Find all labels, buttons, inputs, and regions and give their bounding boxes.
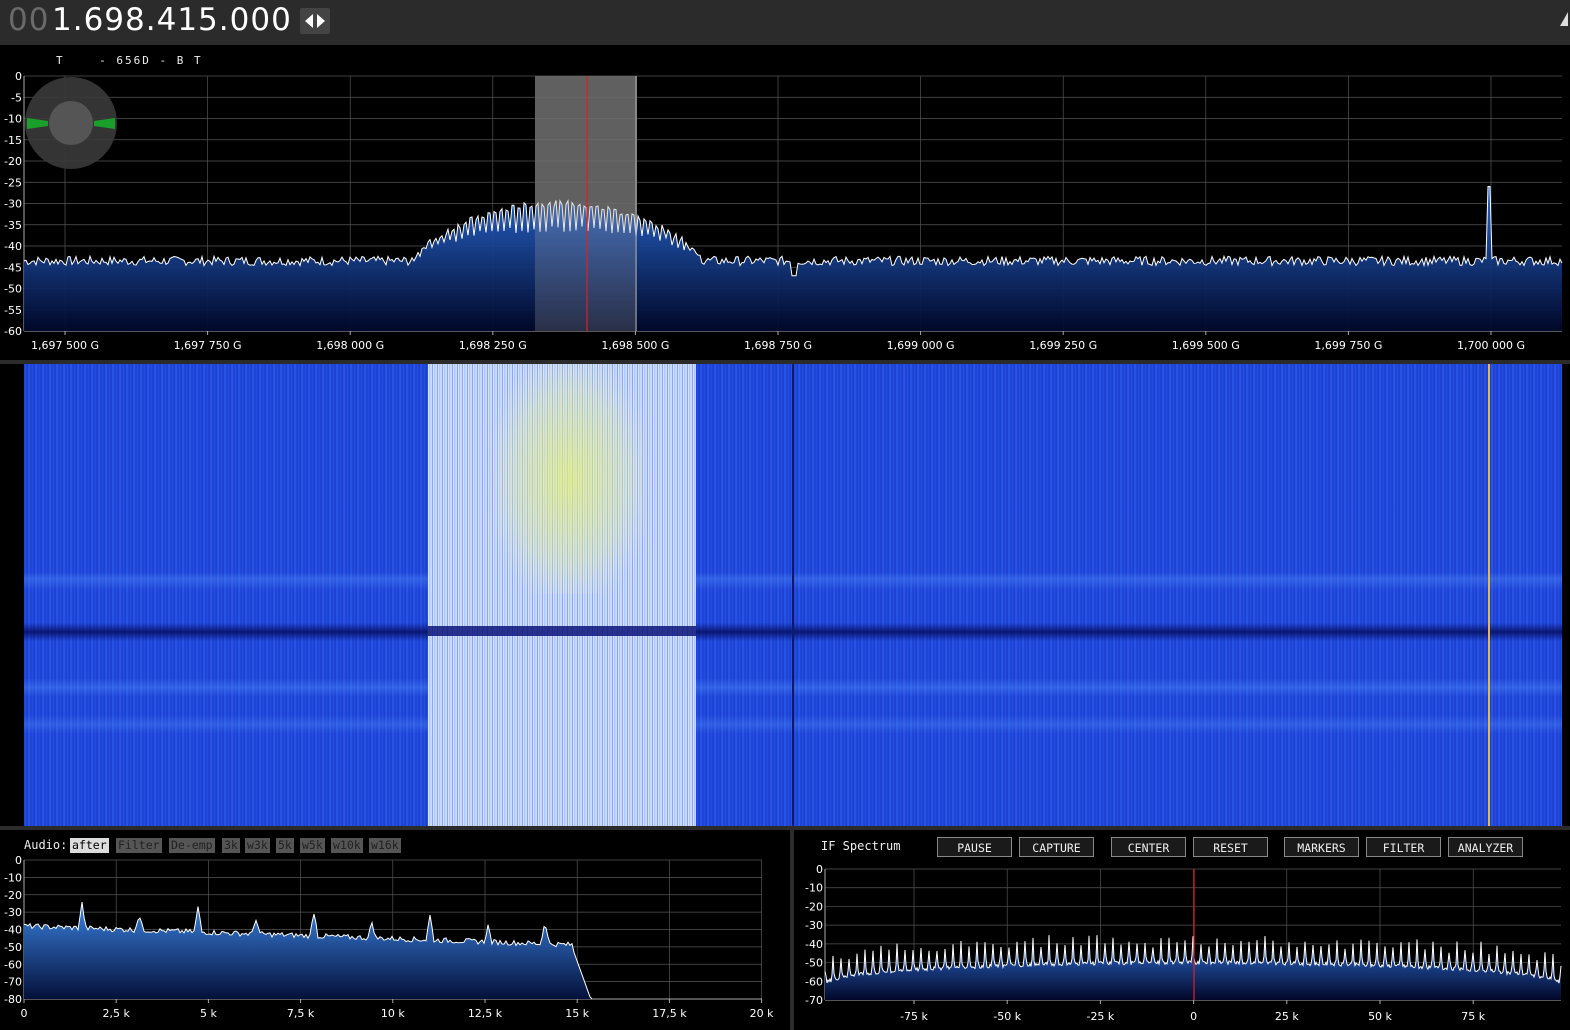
if-spectrum-title: IF Spectrum [821,839,901,853]
main-spectrum-y-tick-label: -5 [11,91,22,104]
if-spectrum-y-tick-label: -10 [805,882,823,895]
waterfall-right-margin [1562,364,1570,826]
audio-spectrum-y-tick-label: -20 [4,889,22,902]
audio-mode-filter[interactable]: Filter [116,838,162,853]
pause-button[interactable]: PAUSE [937,837,1012,857]
if-spectrum-x-tick-label: -50 k [993,1010,1021,1023]
if-spectrum-y-tick-label: -40 [805,938,823,951]
main-spectrum[interactable]: 0 -5 -10 -15 -20 -25 -30 -35 -40 -45 -50 -55 -60 1,69… [0,45,1570,360]
audio-mode-de-emp[interactable]: De-emp [169,838,215,853]
main-spectrum-y-tick-label: -35 [4,219,22,232]
filter-passband-overlay [535,76,637,331]
main-spectrum-y-tick-label: -25 [4,176,22,189]
audio-spectrum-x-tick-label: 20 k [750,1007,774,1020]
analyzer-button[interactable]: ANALYZER [1448,837,1523,857]
waterfall-notch-line [792,364,794,826]
audio-spectrum-x-tick-label: 5 k [200,1007,217,1020]
audio-mode-w16k[interactable]: w16k [369,838,401,853]
capture-button[interactable]: CAPTURE [1019,837,1094,857]
audio-spectrum-fill [24,902,592,999]
audio-spectrum-y-tick-label: -80 [4,993,22,1006]
if-spectrum-y-tick-label: -60 [805,975,823,988]
frequency-display[interactable]: 1.698.415.000 [52,2,292,38]
if-spectrum-x-tick-label: 0 [1190,1010,1197,1023]
main-spectrum-x-tick-label: 1,699 250 G [1029,339,1097,352]
audio-spectrum-y-tick-label: 0 [15,855,22,867]
audio-spectrum-x-tick-label: 12,5 k [468,1007,503,1020]
if-spectrum-x-tick-label: 75 k [1461,1010,1485,1023]
step-left-icon [305,14,313,28]
audio-spectrum-x-tick-label: 2,5 k [103,1007,131,1020]
if-spectrum-y-tick-label: -30 [805,919,823,932]
main-spectrum-y-tick-label: -40 [4,240,22,253]
main-spectrum-x-tick-label: 1,697 750 G [174,339,242,352]
frequency-step-arrows[interactable] [300,8,330,34]
audio-spectrum-y-tick-label: -30 [4,906,22,919]
waterfall-left-margin [0,364,24,826]
filter-button[interactable]: FILTER [1366,837,1441,857]
main-spectrum-y-tick-label: -45 [4,261,22,274]
if-spectrum[interactable]: 0 -10 -20 -30 -40 -50 -60 -70 -75 k -50 k -25 k 0 25… [794,860,1570,1030]
main-spectrum-y-tick-label: 0 [15,70,22,83]
main-spectrum-y-tick-label: -50 [4,283,22,296]
main-spectrum-x-tick-label: 1,699 500 G [1172,339,1240,352]
main-spectrum-y-tick-label: -60 [4,325,22,338]
main-spectrum-x-tick-label: 1,698 500 G [601,339,669,352]
audio-spectrum-y-tick-label: -50 [4,941,22,954]
audio-mode-after[interactable]: after [70,838,109,853]
waterfall-signal-core [494,364,644,594]
squelch-knob[interactable] [25,77,117,169]
if-spectrum-x-tick-label: 25 k [1275,1010,1299,1023]
main-spectrum-x-tick-label: 1,698 750 G [744,339,812,352]
audio-mode-w10k[interactable]: w10k [331,838,363,853]
frequency-leading-digits[interactable]: 00 [8,2,49,38]
audio-spectrum-x-tick-label: 17,5 k [652,1007,687,1020]
audio-spectrum-y-tick-label: -40 [4,924,22,937]
if-spectrum-x-tick-label: 50 k [1368,1010,1392,1023]
main-spectrum-x-tick-label: 1,699 000 G [887,339,955,352]
if-spectrum-y-tick-label: -70 [805,994,823,1007]
audio-spectrum[interactable]: 0-10-20-30-40-50-60-70-800 2,5 k5 k 7,5 k1… [0,855,790,1030]
main-spectrum-y-tick-label: -30 [4,198,22,211]
if-spectrum-x-tick-label: -25 k [1086,1010,1114,1023]
audio-label: Audio: [24,838,68,852]
panel-divider-bottom[interactable] [0,826,1570,830]
main-spectrum-x-tick-label: 1,697 500 G [31,339,99,352]
reset-button[interactable]: RESET [1193,837,1268,857]
audio-mode-w3k[interactable]: w3k [245,838,270,853]
waterfall-display[interactable] [24,364,1562,826]
audio-spectrum-x-tick-label: 0 [21,1007,28,1020]
spectrum-fill [24,186,1562,331]
main-spectrum-y-tick-label: -10 [4,113,22,126]
audio-spectrum-x-tick-label: 15 k [565,1007,589,1020]
main-spectrum-y-tick-label: -55 [4,304,22,317]
audio-mode-w5k[interactable]: w5k [300,838,325,853]
audio-spectrum-y-tick-label: -70 [4,976,22,989]
main-spectrum-y-tick-label: -20 [4,155,22,168]
main-spectrum-y-tick-label: -15 [4,134,22,147]
if-spectrum-y-tick-label: 0 [816,863,823,876]
if-spectrum-y-tick-label: -20 [805,900,823,913]
if-spectrum-x-tick-label: -75 k [900,1010,928,1023]
step-right-icon [317,14,325,28]
main-spectrum-x-tick-label: 1,699 750 G [1314,339,1382,352]
markers-button[interactable]: MARKERS [1284,837,1359,857]
audio-spectrum-y-tick-label: -10 [4,871,22,884]
menu-corner-icon[interactable] [1560,12,1570,26]
audio-spectrum-x-tick-label: 7,5 k [287,1007,315,1020]
audio-spectrum-x-tick-label: 10 k [381,1007,405,1020]
center-button[interactable]: CENTER [1111,837,1186,857]
audio-mode-5k[interactable]: 5k [276,838,294,853]
main-spectrum-x-tick-label: 1,698 250 G [459,339,527,352]
waterfall-carrier-line [1488,364,1490,826]
main-spectrum-x-tick-label: 1,700 000 G [1457,339,1525,352]
waterfall-dropout [428,626,696,636]
if-spectrum-y-tick-label: -50 [805,957,823,970]
main-spectrum-x-tick-label: 1,698 000 G [316,339,384,352]
audio-spectrum-y-tick-label: -60 [4,958,22,971]
frequency-bar: 00 1.698.415.000 [0,0,1570,45]
audio-mode-3k[interactable]: 3k [222,838,240,853]
